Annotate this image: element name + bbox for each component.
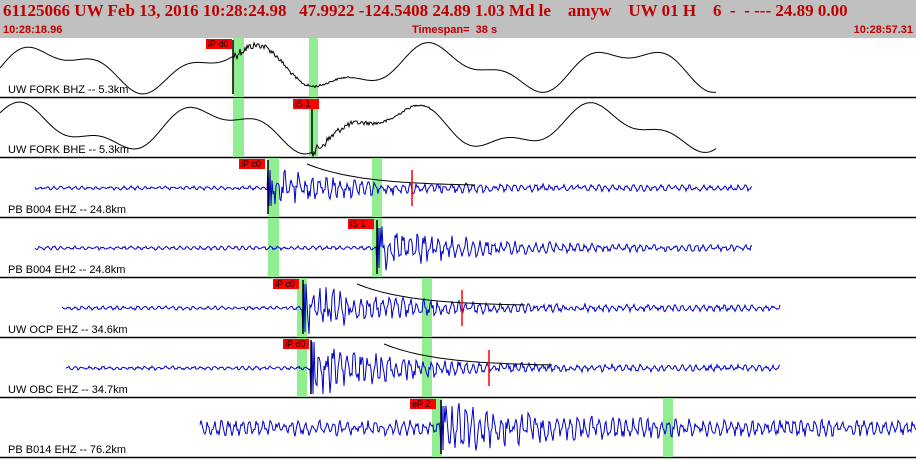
channel-row[interactable]: iP c0 UW OCP EHZ -- 34.6km <box>0 278 916 339</box>
pick-marker[interactable]: iS 1 <box>293 99 319 109</box>
start-time: 10:28:18.96 <box>3 24 63 36</box>
channel-label: UW FORK BHZ -- 5.3km <box>8 84 128 96</box>
timespan-label: Timespan= 38 s <box>412 24 498 36</box>
pick-marker[interactable]: iP d0 <box>283 339 309 349</box>
channel-row[interactable]: iS 1 PB B004 EH2 -- 24.8km <box>0 218 916 279</box>
channel-label: UW OCP EHZ -- 34.6km <box>8 324 128 336</box>
channel-row[interactable]: iP d0 UW FORK BHZ -- 5.3km <box>0 38 916 99</box>
pick-label: iS 1 <box>350 219 366 229</box>
time-window-band <box>233 98 244 157</box>
channel-row[interactable]: iS 1 UW FORK BHE -- 5.3km <box>0 98 916 159</box>
channel-label: PB B004 EH2 -- 24.8km <box>8 264 125 276</box>
channel-row[interactable]: iP c0 PB B004 EHZ -- 24.8km <box>0 158 916 219</box>
waveform-trace <box>34 169 753 207</box>
pick-marker[interactable]: iP c0 <box>273 279 299 289</box>
pick-marker[interactable]: iP d0 <box>206 39 232 49</box>
channel-label: PB B004 EHZ -- 24.8km <box>8 204 126 216</box>
pick-label: iP c0 <box>241 159 261 169</box>
end-time: 10:28:57.31 <box>853 24 913 36</box>
time-window-band <box>309 38 318 97</box>
event-title: 61125066 UW Feb 13, 2016 10:28:24.98 47.… <box>3 1 848 20</box>
pick-marker[interactable]: iS 1 <box>348 219 374 229</box>
pick-label: iP d0 <box>208 39 228 49</box>
pick-marker[interactable]: iP c0 <box>239 159 265 169</box>
pick-label: iP d0 <box>285 339 305 349</box>
channel-row[interactable]: eP 2 PB B014 EHZ -- 76.2km <box>0 398 916 459</box>
time-window-band <box>422 278 432 337</box>
seismogram-panel[interactable]: iP d0 UW FORK BHZ -- 5.3km iS 1 UW FORK BHE… <box>0 38 916 460</box>
time-window-band <box>233 38 244 97</box>
channel-label: UW FORK BHE -- 5.3km <box>8 144 129 156</box>
time-window-band <box>663 398 673 457</box>
channel-label: PB B014 EHZ -- 76.2km <box>8 444 126 456</box>
pick-label: iS 1 <box>295 99 311 109</box>
header-bar: 61125066 UW Feb 13, 2016 10:28:24.98 47.… <box>0 0 916 38</box>
pick-marker[interactable]: eP 2 <box>410 399 436 409</box>
waveform-trace <box>34 226 753 271</box>
pick-label: iP c0 <box>275 279 295 289</box>
pick-label: eP 2 <box>412 399 430 409</box>
waveform-trace <box>199 403 916 451</box>
waveform-trace <box>61 283 781 335</box>
channel-row[interactable]: iP d0 UW OBC EHZ -- 34.7km <box>0 338 916 399</box>
channel-label: UW OBC EHZ -- 34.7km <box>8 384 128 396</box>
